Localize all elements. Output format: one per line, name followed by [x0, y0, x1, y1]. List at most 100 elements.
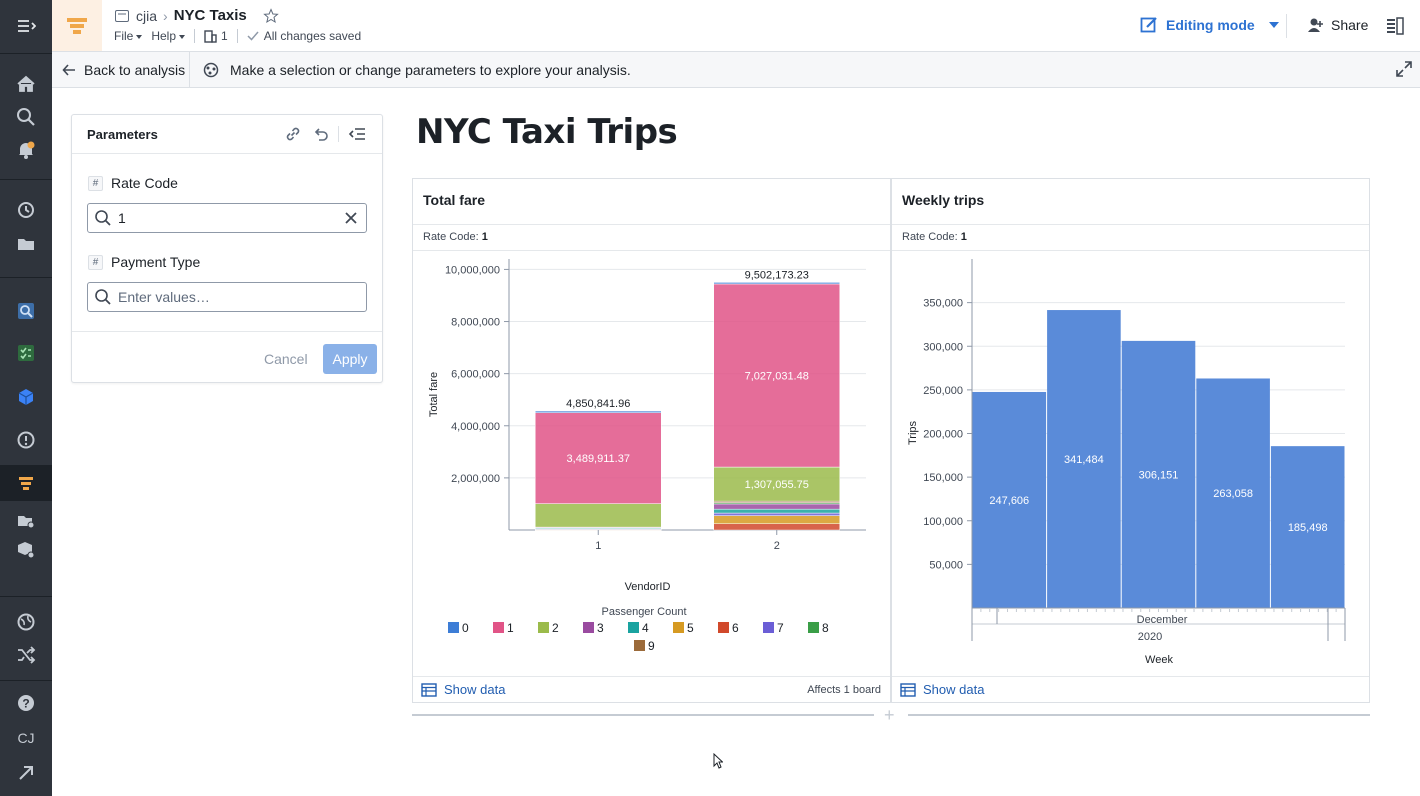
- chevron-right-icon: ›: [163, 7, 168, 24]
- building-icon: [204, 29, 217, 43]
- user-avatar[interactable]: CJ: [0, 721, 52, 755]
- card-title[interactable]: Weekly trips: [902, 192, 984, 208]
- bar-segment[interactable]: [713, 508, 840, 514]
- total-fare-card: Total fare Rate Code: 1 2,000,000 4,000,0…: [412, 178, 891, 703]
- legend-label: 4: [642, 621, 649, 635]
- table-icon: [421, 682, 437, 697]
- panel-toggle-icon[interactable]: [1386, 17, 1404, 40]
- exploration-hint: Make a selection or change parameters to…: [202, 52, 631, 87]
- collaborators[interactable]: 1: [204, 29, 228, 43]
- folder-icon[interactable]: [0, 227, 52, 261]
- document-title[interactable]: NYC Taxis: [174, 7, 247, 24]
- explorer-icon[interactable]: [0, 294, 52, 328]
- legend-title: Passenger Count: [602, 606, 687, 618]
- legend-swatch[interactable]: [808, 622, 819, 633]
- apply-button[interactable]: Apply: [323, 344, 377, 374]
- y-tick-label: 2,000,000: [451, 473, 500, 485]
- bar-segment[interactable]: [713, 515, 840, 524]
- back-to-analysis-button[interactable]: Back to analysis: [52, 52, 190, 87]
- parameters-title: Parameters: [87, 127, 158, 142]
- data-label: 341,484: [1064, 454, 1104, 466]
- weekly-trips-chart[interactable]: 50,000 100,000 150,000 200,000 250,000 300,00…: [892, 251, 1369, 676]
- editing-mode-dropdown[interactable]: Editing mode: [1140, 16, 1279, 34]
- legend-swatch[interactable]: [538, 622, 549, 633]
- left-rail: ? CJ: [0, 0, 52, 796]
- legend-label: 6: [732, 621, 739, 635]
- fullscreen-icon[interactable]: [1396, 61, 1412, 82]
- legend-swatch[interactable]: [763, 622, 774, 633]
- total-fare-chart[interactable]: 2,000,000 4,000,000 6,000,000 8,000,000 10,0…: [413, 251, 890, 676]
- card-title[interactable]: Total fare: [423, 192, 485, 208]
- legend-swatch[interactable]: [628, 622, 639, 633]
- x-tick-label: 2: [774, 540, 780, 552]
- share-button[interactable]: Share: [1308, 17, 1368, 33]
- legend-swatch[interactable]: [673, 622, 684, 633]
- rate-code-label: # Rate Code: [88, 175, 178, 191]
- breadcrumb: cjia › NYC Taxis: [114, 7, 279, 24]
- data-label: 247,606: [989, 495, 1029, 507]
- cancel-button[interactable]: Cancel: [264, 351, 308, 367]
- search-icon[interactable]: [0, 100, 52, 134]
- total-label: 9,502,173.23: [745, 269, 809, 281]
- help-menu[interactable]: Help: [151, 29, 186, 43]
- search-icon: [95, 210, 111, 226]
- notifications-icon[interactable]: [0, 133, 52, 167]
- caret-down-icon: [1268, 22, 1279, 28]
- bar-segment[interactable]: [713, 282, 840, 285]
- help-icon[interactable]: ?: [0, 686, 52, 720]
- affects-boards-label[interactable]: Affects 1 board: [807, 684, 881, 696]
- add-board-icon[interactable]: +: [884, 705, 895, 726]
- number-type-icon: #: [88, 175, 103, 191]
- legend-label: 1: [507, 621, 514, 635]
- y-axis-title: Total fare: [428, 372, 440, 417]
- globe-icon[interactable]: [0, 605, 52, 639]
- show-data-button[interactable]: Show data: [421, 682, 505, 697]
- file-menu[interactable]: File: [114, 29, 143, 43]
- menu-bar: File Help 1 All changes saved: [114, 29, 361, 43]
- home-icon[interactable]: [0, 67, 52, 101]
- star-icon[interactable]: [263, 7, 279, 24]
- bar-segment[interactable]: [713, 523, 840, 531]
- tasks-icon[interactable]: [0, 336, 52, 370]
- legend-swatch[interactable]: [448, 622, 459, 633]
- menu-icon[interactable]: [0, 9, 52, 43]
- data-label: 7,027,031.48: [745, 371, 809, 383]
- collapse-panel-icon[interactable]: [348, 125, 366, 143]
- data-label: 263,058: [1213, 488, 1253, 500]
- filter-summary: Rate Code: 1: [902, 231, 967, 243]
- alert-icon[interactable]: [0, 423, 52, 457]
- bar-segment[interactable]: [713, 503, 840, 510]
- legend-swatch[interactable]: [718, 622, 729, 633]
- y-tick-label: 6,000,000: [451, 369, 500, 381]
- shuffle-icon[interactable]: [0, 638, 52, 672]
- undo-icon[interactable]: [312, 125, 330, 143]
- user-share-icon: [1308, 18, 1323, 32]
- legend-swatch[interactable]: [583, 622, 594, 633]
- rate-code-input[interactable]: 1: [87, 203, 367, 233]
- packages-icon[interactable]: [0, 533, 52, 567]
- y-tick-label: 250,000: [923, 385, 963, 397]
- history-icon[interactable]: [0, 193, 52, 227]
- ontology-icon[interactable]: [0, 380, 52, 414]
- link-icon[interactable]: [284, 125, 302, 143]
- y-tick-label: 300,000: [923, 341, 963, 353]
- page-title[interactable]: NYC Taxi Trips: [416, 112, 678, 152]
- breadcrumb-folder[interactable]: cjia: [136, 8, 157, 24]
- add-board-divider: [908, 714, 1370, 716]
- contour-app-icon[interactable]: [0, 465, 52, 501]
- legend-label: 0: [462, 621, 469, 635]
- y-tick-label: 8,000,000: [451, 317, 500, 329]
- y-axis-title: Trips: [907, 420, 919, 445]
- bar-segment[interactable]: [713, 512, 840, 516]
- legend-swatch[interactable]: [493, 622, 504, 633]
- payment-type-input[interactable]: Enter values…: [87, 282, 367, 312]
- bar-segment[interactable]: [535, 410, 662, 413]
- open-external-icon[interactable]: [0, 756, 52, 790]
- show-data-button[interactable]: Show data: [900, 682, 984, 697]
- app-logo-icon: [52, 0, 102, 51]
- legend-swatch[interactable]: [634, 640, 645, 651]
- clear-icon[interactable]: [344, 211, 358, 225]
- x-axis-title: VendorID: [625, 581, 671, 593]
- y-tick-label: 10,000,000: [445, 264, 500, 276]
- bar-segment[interactable]: [535, 503, 662, 528]
